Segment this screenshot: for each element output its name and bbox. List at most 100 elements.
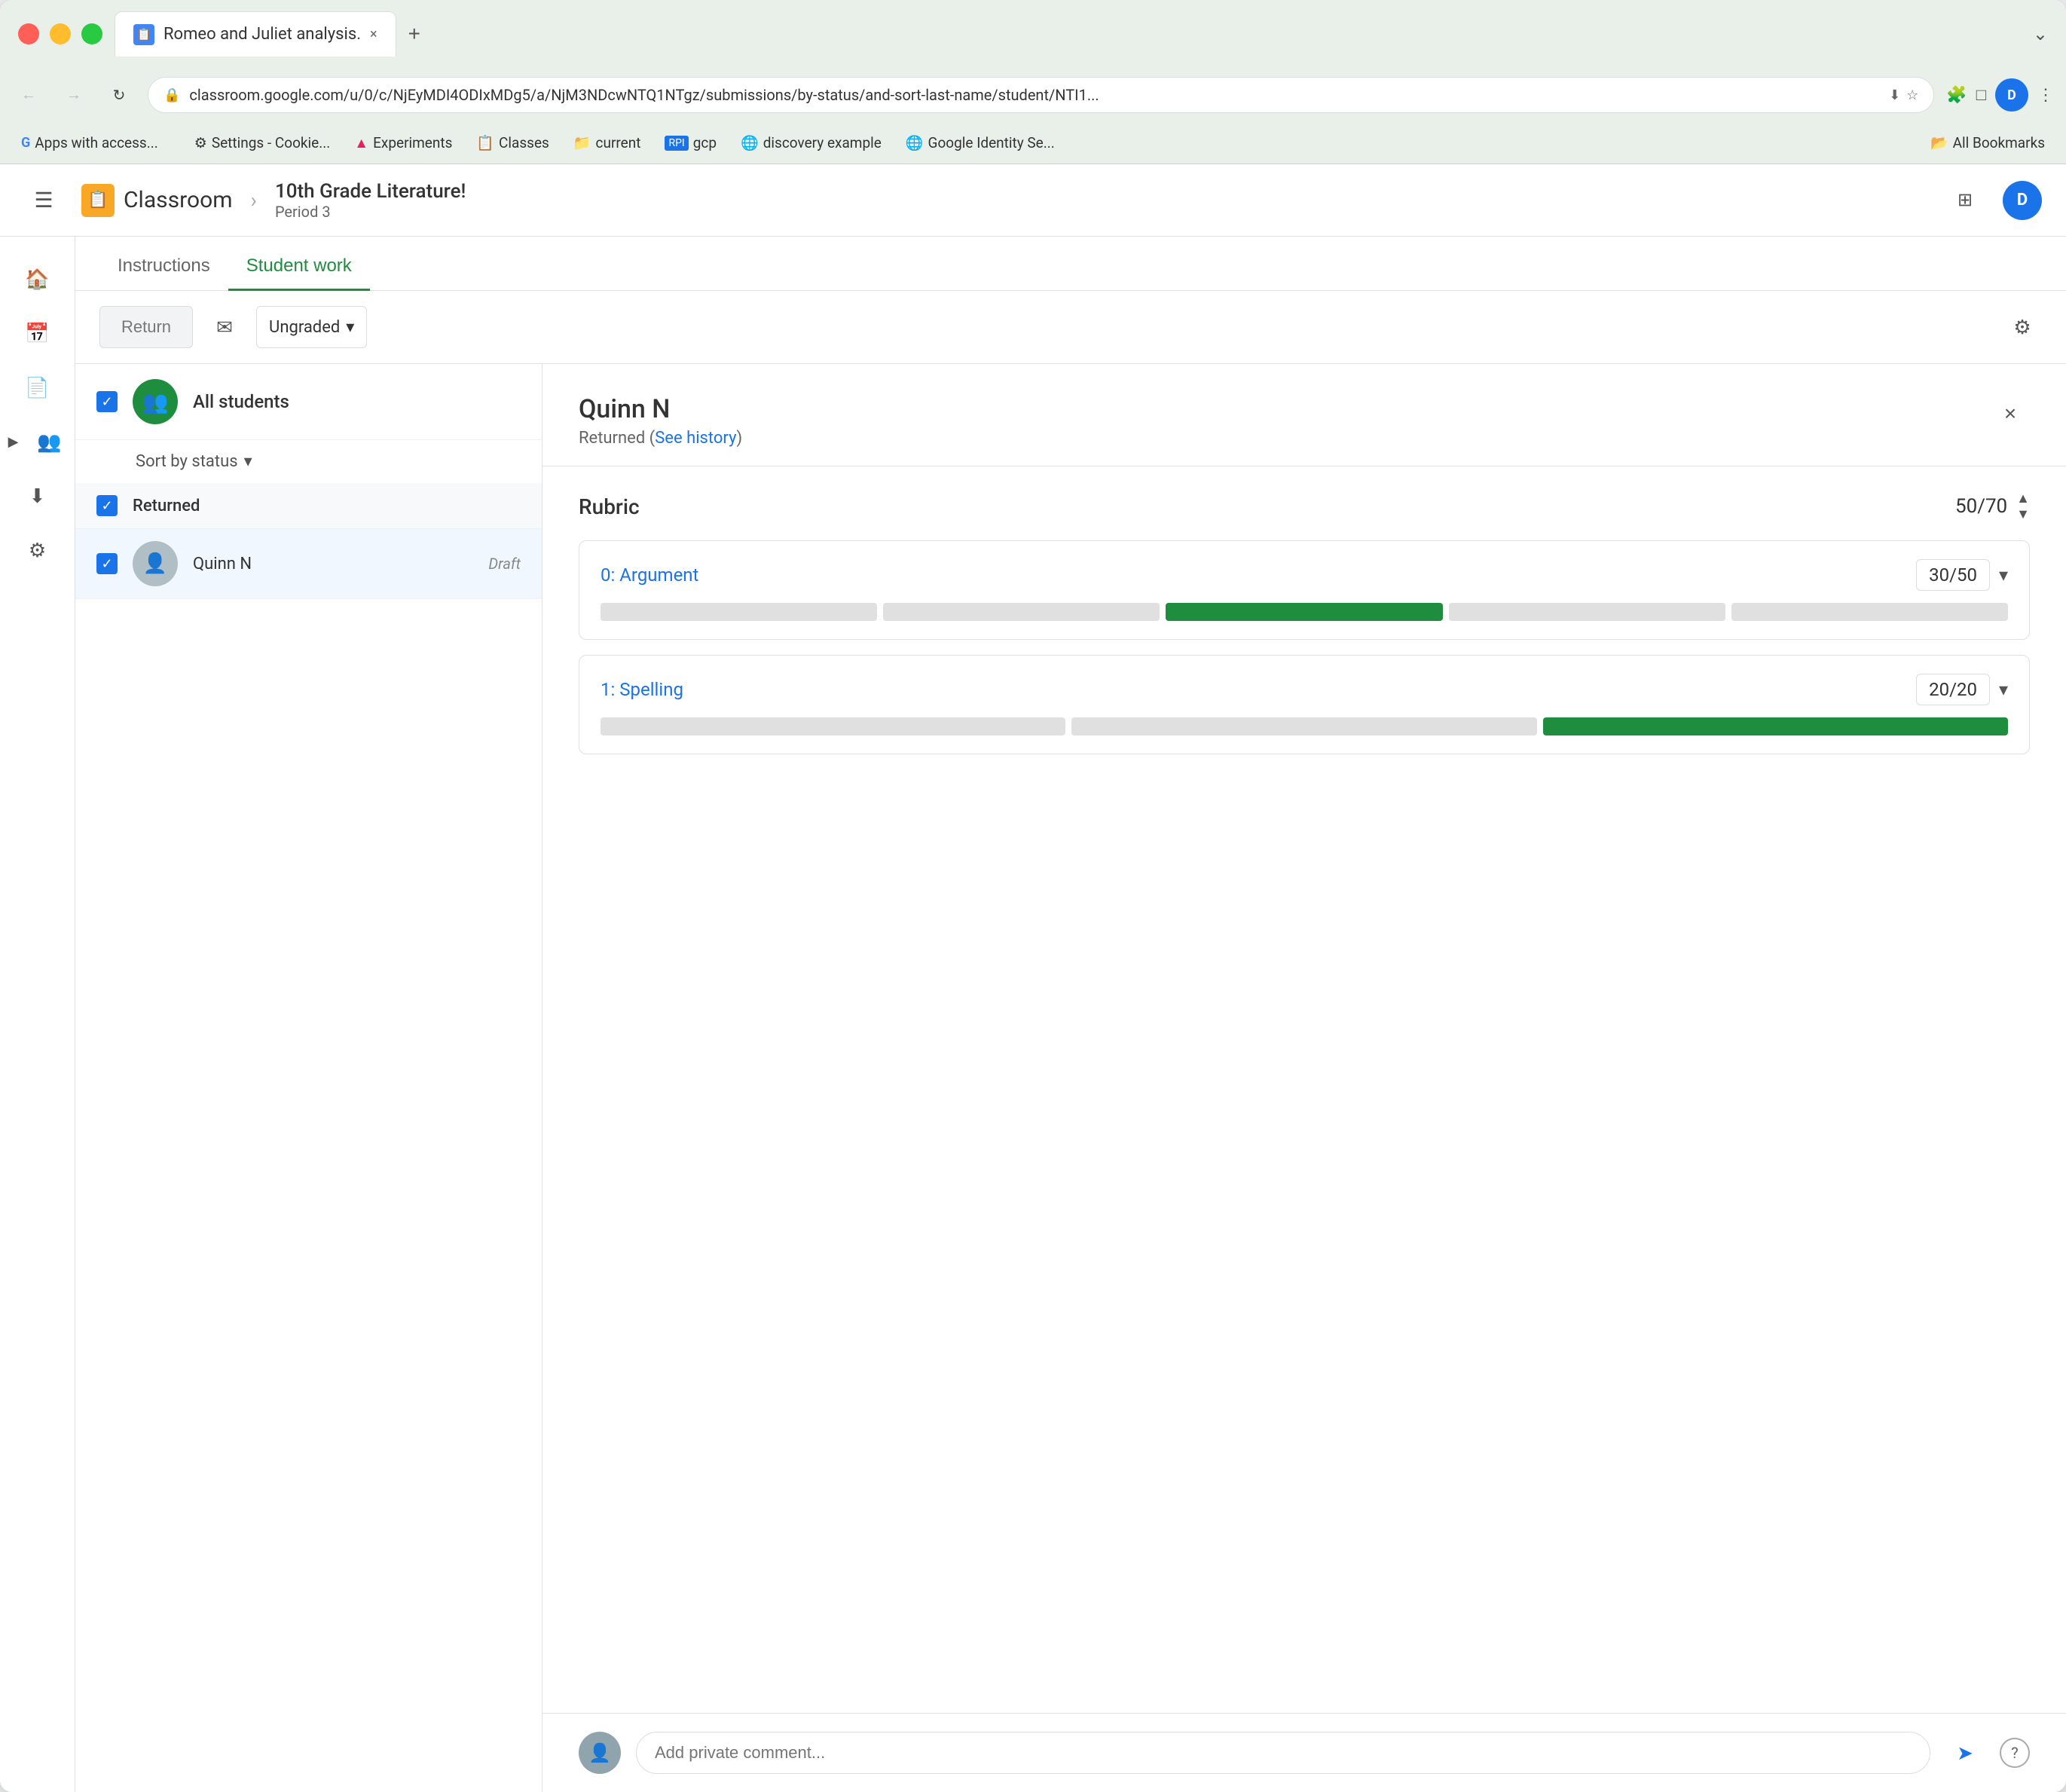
arg-bar-2 xyxy=(883,603,1160,621)
bookmark-classes-label: Classes xyxy=(499,134,549,151)
detail-student-status: Returned (See history) xyxy=(579,429,1991,448)
quinn-checkbox[interactable]: ✓ xyxy=(96,553,118,574)
criterion-argument-expand[interactable]: ▾ xyxy=(1999,564,2008,586)
close-detail-button[interactable]: × xyxy=(1991,394,2030,433)
extensions-bar: 🧩 □ D ⋮ xyxy=(1946,78,2054,112)
grid-button[interactable]: ⊞ xyxy=(1945,181,1985,220)
comment-avatar: 👤 xyxy=(579,1732,621,1774)
student-row-quinn[interactable]: ✓ 👤 Quinn N Draft xyxy=(75,529,542,599)
bookmark-classes[interactable]: 📋 Classes xyxy=(467,131,558,154)
minimize-traffic-light[interactable] xyxy=(50,23,71,44)
url-text: classroom.google.com/u/0/c/NjEyMDI4ODIxM… xyxy=(189,86,1880,104)
sort-dropdown[interactable]: ▾ xyxy=(244,452,252,471)
rubric-score-arrows[interactable]: ▲ ▼ xyxy=(2016,491,2030,522)
back-button[interactable]: ← xyxy=(12,78,45,112)
all-bookmarks-button[interactable]: 📂 All Bookmarks xyxy=(1921,131,2054,154)
bookmark-gcp[interactable]: RPI gcp xyxy=(656,131,726,154)
bookmark-experiments[interactable]: ▲ Experiments xyxy=(345,131,461,155)
all-students-checkbox[interactable]: ✓ xyxy=(96,391,118,412)
all-students-icon: 👥 xyxy=(133,379,178,424)
status-text: Returned ( xyxy=(579,429,655,448)
hamburger-button[interactable]: ☰ xyxy=(24,181,63,220)
bookmark-current-label: current xyxy=(596,134,641,151)
sidebar-archive-button[interactable]: ⬇ xyxy=(14,472,62,520)
detail-info: Quinn N Returned (See history) xyxy=(579,394,1991,448)
rubric-total-score: 50/70 xyxy=(1955,495,2007,518)
sidebar-calendar-button[interactable]: 📅 xyxy=(14,309,62,357)
active-tab[interactable]: 📋 Romeo and Juliet analysis. × xyxy=(115,11,396,57)
close-traffic-light[interactable] xyxy=(18,23,39,44)
classroom-logo-text: Classroom xyxy=(124,187,233,213)
criterion-spelling-header: 1: Spelling 20/20 ▾ xyxy=(601,674,2008,705)
status-text-close: ) xyxy=(736,429,742,448)
profile-square-icon[interactable]: □ xyxy=(1976,85,1986,105)
sidebar-settings-button[interactable]: ⚙ xyxy=(14,526,62,574)
quinn-name: Quinn N xyxy=(193,555,473,573)
app-header: ☰ 📋 Classroom › 10th Grade Literature! P… xyxy=(0,164,2066,237)
comment-area: 👤 ➤ ? xyxy=(542,1713,2066,1792)
classroom-logo[interactable]: 📋 Classroom xyxy=(81,184,233,217)
bookmark-experiments-label: Experiments xyxy=(373,134,452,151)
tabs-bar: 📋 Romeo and Juliet analysis. × + xyxy=(115,11,2021,57)
spell-bar-3[interactable] xyxy=(1543,717,2008,735)
grade-select[interactable]: Ungraded ▾ xyxy=(256,306,367,348)
rubric-title: Rubric xyxy=(579,494,1955,519)
url-actions: ⬇ ☆ xyxy=(1889,87,1918,103)
browser-profile-button[interactable]: D xyxy=(1995,78,2028,112)
lock-icon: 🔒 xyxy=(164,87,180,103)
detail-student-name: Quinn N xyxy=(579,394,1991,424)
download-icon[interactable]: ⬇ xyxy=(1889,87,1900,103)
criterion-argument-score: 30/50 xyxy=(1916,559,1990,591)
forward-button[interactable]: → xyxy=(57,78,90,112)
student-panel: ✓ 👥 All students Sort by status ▾ ✓ xyxy=(75,364,2066,1792)
classroom-logo-icon: 📋 xyxy=(81,184,115,217)
email-icon: ✉ xyxy=(216,316,233,339)
arg-bar-3[interactable] xyxy=(1166,603,1442,621)
tab-menu-button[interactable]: ⌄ xyxy=(2033,23,2048,44)
address-bar: ← → ↻ 🔒 classroom.google.com/u/0/c/NjEyM… xyxy=(0,68,2066,122)
maximize-traffic-light[interactable] xyxy=(81,23,102,44)
left-sidebar: 🏠 📅 📄 ▶ 👥 ⬇ ⚙ xyxy=(0,237,75,1792)
sidebar-expand-icon[interactable]: ▶ xyxy=(2,430,26,454)
sidebar-home-button[interactable]: 🏠 xyxy=(14,255,62,303)
sidebar-assignments-button[interactable]: 📄 xyxy=(14,363,62,411)
criterion-spelling-expand[interactable]: ▾ xyxy=(1999,679,2008,700)
spell-bar-2 xyxy=(1071,717,1536,735)
tab-instructions[interactable]: Instructions xyxy=(99,243,228,291)
returned-section-checkbox[interactable]: ✓ xyxy=(96,495,118,516)
detail-header: Quinn N Returned (See history) × xyxy=(542,364,2066,466)
discovery-bm-icon: 🌐 xyxy=(741,134,759,151)
sidebar-people-button[interactable]: 👥 xyxy=(26,417,74,466)
comment-send-button[interactable]: ➤ xyxy=(1945,1733,1985,1772)
refresh-button[interactable]: ↻ xyxy=(102,78,136,112)
url-bar[interactable]: 🔒 classroom.google.com/u/0/c/NjEyMDI4ODI… xyxy=(148,77,1934,113)
bookmark-google-identity[interactable]: 🌐 Google Identity Se... xyxy=(897,131,1064,154)
bookmark-apps[interactable]: G Apps with access... xyxy=(12,131,167,154)
extensions-icon[interactable]: 🧩 xyxy=(1946,86,1967,105)
comment-input[interactable] xyxy=(636,1732,1930,1774)
settings-button[interactable]: ⚙ xyxy=(2003,307,2042,347)
tab-close-button[interactable]: × xyxy=(370,26,377,42)
bookmark-discovery[interactable]: 🌐 discovery example xyxy=(732,131,891,154)
tab-student-work[interactable]: Student work xyxy=(228,243,370,291)
email-button[interactable]: ✉ xyxy=(205,307,244,347)
grid-icon: ⊞ xyxy=(1958,189,1973,211)
gcp-bm-icon: RPI xyxy=(665,136,688,151)
bookmark-icon[interactable]: ☆ xyxy=(1906,87,1918,103)
return-button[interactable]: Return xyxy=(99,306,193,348)
spelling-bar-track xyxy=(601,717,2008,735)
profile-button[interactable]: D xyxy=(2003,181,2042,220)
settings-icon-toolbar: ⚙ xyxy=(2013,316,2031,339)
archive-icon: ⬇ xyxy=(29,485,46,508)
bookmark-settings[interactable]: ⚙ Settings - Cookie... xyxy=(185,131,340,154)
bookmark-google-identity-label: Google Identity Se... xyxy=(928,134,1055,151)
comment-help-button[interactable]: ? xyxy=(2000,1738,2030,1768)
current-bm-icon: 📁 xyxy=(573,134,591,151)
new-tab-button[interactable]: + xyxy=(396,16,432,52)
main-layout: 🏠 📅 📄 ▶ 👥 ⬇ ⚙ xyxy=(0,237,2066,1792)
see-history-link[interactable]: See history xyxy=(655,429,736,448)
criterion-spelling-title: 1: Spelling xyxy=(601,679,1916,700)
returned-section-label: Returned xyxy=(133,497,200,515)
more-options-icon[interactable]: ⋮ xyxy=(2037,86,2054,105)
bookmark-current[interactable]: 📁 current xyxy=(564,131,650,154)
